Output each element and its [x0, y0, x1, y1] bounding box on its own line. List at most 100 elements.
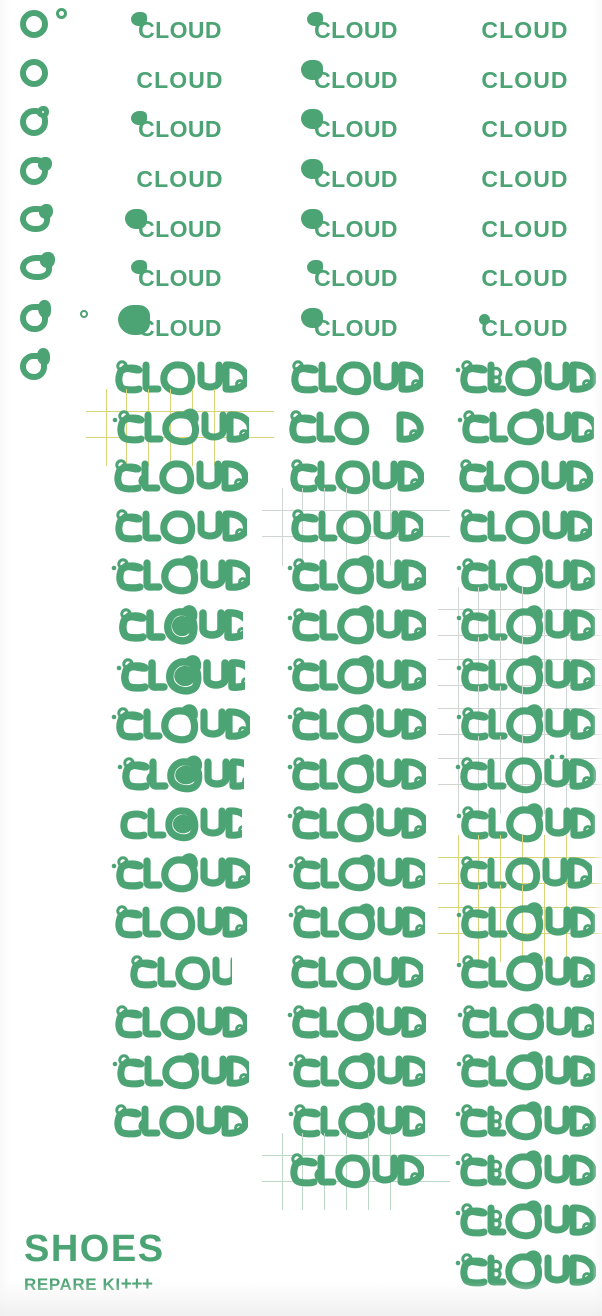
cloud-blob-accent: [301, 59, 324, 80]
specimen-row: CLOUD: [448, 1147, 602, 1197]
specimen-row: CLOUD: [96, 849, 264, 899]
specimen-row: CLOUD: [96, 254, 264, 304]
specimen-row: CLOUD: [448, 204, 602, 254]
specimen-row: CLOUD: [262, 1132, 450, 1211]
cloud-wordmark-text: CLOUD: [111, 449, 112, 450]
specimen-row: CLOUD: [272, 105, 440, 155]
cloud-wordmark-text: CLOUD: [455, 746, 456, 747]
specimen-row: CLOUD: [96, 1047, 264, 1097]
specimen-row: CLOUD: [448, 155, 602, 205]
cloud-wordmark: CLOUD: [458, 853, 592, 895]
specimen-row: CLOUD: [96, 1097, 264, 1147]
cloud-wordmark: CLOUD: [113, 902, 247, 944]
cloud-wordmark: CLOUD: [301, 208, 398, 241]
specimen-row: CLOUD: [96, 304, 264, 354]
specimen-row: CLOUD: [96, 502, 264, 552]
cloud-wordmark: CLOUD: [307, 260, 398, 290]
o-tiny-circle-icon: [56, 8, 67, 19]
cloud-blob-accent: [301, 307, 324, 328]
cloud-wordmark-text: CLOUD: [110, 895, 111, 896]
cloud-wordmark: CLOUD: [287, 902, 425, 944]
specimen-row: CLOUD: [272, 651, 440, 701]
specimen-row: CLOUD: [272, 800, 440, 850]
cloud-wordmark: CLOUD: [454, 1101, 596, 1143]
cloud-wordmark: CLOUD: [454, 1250, 596, 1292]
cloud-wordmark: CLOUD: [112, 1101, 248, 1143]
specimen-row: CLOUD: [272, 6, 440, 56]
cloud-wordmark: CLOUD: [110, 704, 250, 746]
specimen-row: CLOUD: [96, 998, 264, 1048]
cloud-wordmark: CLOUD: [113, 506, 247, 548]
specimen-row: CLOUD: [96, 452, 264, 502]
cloud-wordmark: CLOUD: [454, 754, 596, 796]
o-morph-cell: [18, 300, 88, 349]
cloud-wordmark-text: CLOUD: [454, 796, 455, 797]
o-glyph: [20, 157, 48, 185]
cloud-wordmark: CLOUD: [481, 116, 569, 143]
cloud-wordmark: CLOUD: [113, 1002, 247, 1044]
o-morph-cell: [18, 251, 88, 300]
specimen-row: CLOUD: [448, 1047, 602, 1097]
specimen-row: CLOU: [96, 948, 264, 998]
specimen-row: CLOUD: [438, 884, 602, 963]
o-glyph: [20, 353, 47, 380]
specimen-row: CLOUD: [272, 254, 440, 304]
cloud-wordmark: CLOUD: [455, 605, 595, 647]
cloud-wordmark: CLOUD: [455, 555, 595, 597]
specimen-row: CLOUD: [448, 948, 602, 998]
cloud-wordmark: CLOUD: [454, 1200, 596, 1242]
cloud-wordmark-text: CLOUD: [455, 597, 456, 598]
cloud-wordmark-text: CLOUD: [286, 597, 287, 598]
o-morph-cell: [18, 55, 88, 104]
specimen-row: CLOUD: [272, 552, 440, 602]
cloud-wordmark-text: CLOUD: [456, 1044, 457, 1045]
o-morph-cell: [18, 104, 88, 153]
o-glyph: [20, 108, 48, 136]
cloud-wordmark: CLOUD: [287, 1101, 425, 1143]
brand-tagline: REPARE KI+++: [24, 1275, 165, 1294]
cloud-wordmark-text: CLOUD: [287, 895, 288, 896]
cloud-wordmark: CLOUD: [481, 66, 569, 93]
cloud-wordmark-text: CLOUD: [288, 1192, 289, 1193]
cloud-wordmark: CLOUD: [456, 407, 594, 449]
specimen-row: CLOUD: [272, 849, 440, 899]
cloud-wordmark-text: CLOUD: [287, 1093, 288, 1094]
left-edge-fade: [0, 0, 10, 1316]
cloud-wordmark: CLOUD: [301, 59, 398, 92]
cloud-wordmark: CLOUD: [113, 357, 247, 399]
cloud-wordmark: CLOUD: [286, 605, 426, 647]
cloud-wordmark: CLOUD: [118, 304, 222, 340]
brand-tagline-plus: +++: [120, 1274, 153, 1295]
specimen-row: CLOUD: [272, 601, 440, 651]
specimen-row: CLOUD: [96, 750, 264, 800]
cloud-wordmark: CLOUD: [289, 952, 423, 994]
cloud-blob-accent: [301, 159, 324, 180]
cloud-wordmark-text: CLOUD: [455, 944, 456, 945]
cloud-wordmark-text: CLOUD: [286, 1044, 287, 1045]
cloud-wordmark-text: CLOUD: [455, 697, 456, 698]
cloud-wordmark-text: CLOUD: [111, 1093, 112, 1094]
specimen-row: CLOUD: [272, 353, 440, 403]
specimen-row: CLOUD: [448, 353, 602, 403]
specimen-column-2: CLOUD CLOUD CLOUD CLOUD CLOUD CLOUD CLOUD CLOUD…: [262, 6, 450, 1211]
specimen-row: CLOUD: [96, 56, 264, 106]
cloud-wordmark: CLOUD: [286, 1001, 426, 1045]
cloud-wordmark-text: CLOUD: [289, 994, 290, 995]
cloud-wordmark-text: CLOUD: [288, 498, 289, 499]
cloud-wordmark-text: CLOUD: [286, 697, 287, 698]
specimen-column-3: CLOUD CLOUD CLOUD CLOUD CLOUD CLOUD CLOUD CLOUD…: [438, 6, 602, 1295]
specimen-row: CLOUD: [272, 750, 440, 800]
cloud-wordmark-text: CLOUD: [456, 449, 457, 450]
specimen-row: CLOUD: [438, 587, 602, 665]
cloud-wordmark: CLOUD: [286, 704, 426, 746]
specimen-row: CLOUD: [448, 800, 602, 850]
specimen-row: CLOUD: [272, 899, 440, 949]
specimen-row: CLOUD: [96, 700, 264, 750]
cloud-wordmark-text: CLOUD: [286, 746, 287, 747]
cloud-wordmark-text: CLOUD: [458, 548, 459, 549]
cloud-wordmark: CLOUD: [111, 1051, 249, 1093]
cloud-wordmark: CLOUD: [118, 803, 242, 845]
specimen-row: CLOUD: [448, 304, 602, 354]
cloud-wordmark-text: CLOUD: [289, 548, 290, 549]
cloud-wordmark: CLOUD: [110, 555, 250, 597]
